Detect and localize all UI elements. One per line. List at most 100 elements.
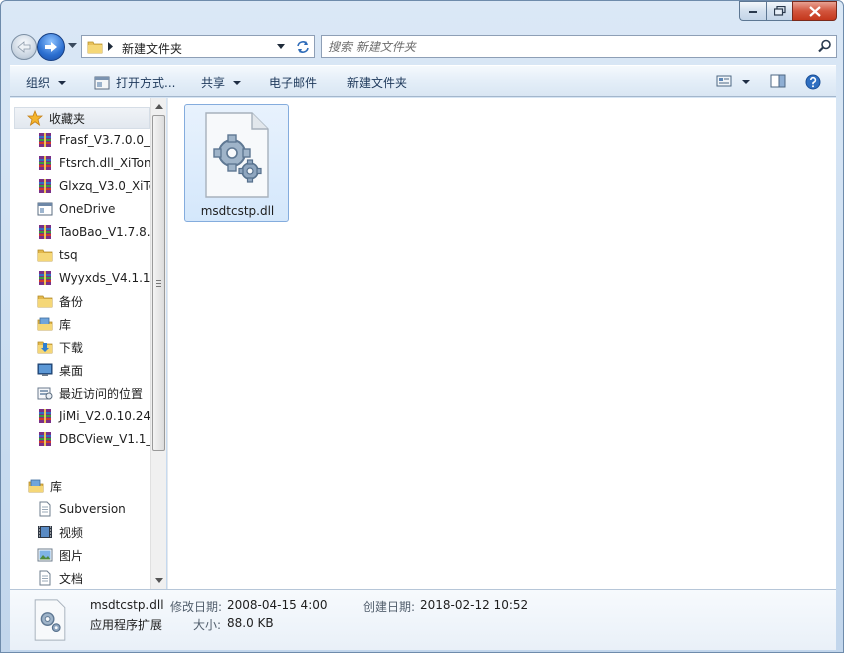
details-file-type: 应用程序扩展	[90, 618, 163, 632]
open-with-button[interactable]: 打开方式...	[94, 74, 175, 91]
address-bar[interactable]: 新建文件夹	[81, 35, 292, 58]
nav-item-label: Frasf_V3.7.0.0_X	[59, 133, 150, 147]
folder-icon	[37, 293, 53, 309]
nav-item-label: Ftsrch.dll_XiTon	[59, 156, 150, 170]
document-library-icon	[37, 570, 53, 586]
star-icon	[26, 109, 44, 126]
nav-item-label: Glxzq_V3.0_XiTo	[59, 179, 150, 193]
scrollbar-thumb[interactable]	[152, 115, 165, 451]
libraries-item[interactable]: 图片	[10, 544, 150, 566]
dll-gear-file-icon	[205, 112, 269, 198]
rar-archive-icon	[37, 224, 53, 240]
favorites-header[interactable]: 收藏夹	[14, 107, 150, 129]
file-list-pane[interactable]: msdtcstp.dll	[167, 98, 836, 589]
file-item-msdtcstp[interactable]: msdtcstp.dll	[184, 104, 289, 222]
nav-item-label: JiMi_V2.0.10.24_	[59, 409, 150, 423]
favorites-item[interactable]: 备份	[10, 290, 150, 312]
view-icon	[716, 75, 732, 87]
forward-button[interactable]	[37, 33, 65, 61]
search-input[interactable]	[328, 39, 808, 55]
favorites-item[interactable]: 最近访问的位置	[10, 382, 150, 404]
back-arrow-icon	[17, 41, 31, 53]
help-icon	[805, 74, 821, 90]
details-size-value: 88.0 KB	[227, 616, 274, 630]
new-folder-label: 新建文件夹	[347, 76, 408, 90]
address-history-dropdown-icon[interactable]	[277, 44, 285, 49]
favorites-item[interactable]: TaoBao_V1.7.8.	[10, 221, 150, 243]
rar-archive-icon	[37, 431, 53, 447]
desktop-icon	[37, 362, 53, 378]
breadcrumb-current-folder[interactable]: 新建文件夹	[122, 40, 182, 57]
favorites-item[interactable]: tsq	[10, 244, 150, 266]
navigation-scrollbar[interactable]	[150, 98, 166, 589]
favorites-item[interactable]: 桌面	[10, 359, 150, 381]
preview-pane-icon	[770, 74, 786, 88]
favorites-item[interactable]: DBCView_V1.1_	[10, 428, 150, 450]
nav-item-label: Wyyxds_V4.1.1.	[59, 271, 150, 285]
details-file-name: msdtcstp.dll	[90, 598, 164, 612]
open-with-label: 打开方式...	[116, 76, 176, 90]
rar-archive-icon	[37, 155, 53, 171]
file-name: msdtcstp.dll	[200, 204, 275, 218]
organize-label: 组织	[26, 76, 51, 90]
nav-item-label: 图片	[59, 548, 84, 563]
help-button[interactable]	[805, 74, 821, 90]
forward-arrow-icon	[45, 42, 57, 52]
maximize-button[interactable]	[766, 1, 792, 21]
details-pane: msdtcstp.dll 应用程序扩展 修改日期: 2008-04-15 4:0…	[10, 589, 836, 650]
change-view-button[interactable]	[716, 74, 732, 88]
scroll-up-arrow-icon[interactable]	[155, 104, 163, 109]
search-icon[interactable]	[818, 39, 832, 53]
video-icon	[37, 524, 53, 540]
recent-pages-dropdown-icon[interactable]	[68, 43, 77, 49]
libraries-header[interactable]: 库	[10, 475, 150, 497]
details-modified-value: 2008-04-15 4:00	[227, 598, 328, 612]
libraries-item[interactable]: 视频	[10, 521, 150, 543]
minimize-button[interactable]	[739, 1, 766, 21]
rar-archive-icon	[37, 178, 53, 194]
details-size-label: 大小:	[193, 618, 222, 632]
nav-item-label: 收藏夹	[49, 111, 86, 126]
back-button[interactable]	[11, 34, 37, 60]
open-with-icon	[94, 76, 110, 89]
library-icon	[28, 478, 44, 494]
preview-pane-button[interactable]	[770, 74, 786, 88]
breadcrumb-arrow-icon[interactable]	[108, 42, 114, 51]
nav-item-label: 库	[50, 479, 63, 494]
nav-item-label: tsq	[59, 248, 78, 262]
rar-archive-icon	[37, 132, 53, 148]
email-button[interactable]: 电子邮件	[269, 74, 317, 91]
explorer-window: 新建文件夹 组织 打开方式... 共享 电子邮件 新建文件夹	[0, 0, 844, 653]
scroll-down-arrow-icon[interactable]	[155, 578, 163, 583]
nav-item-label: 备份	[59, 294, 84, 309]
library-icon	[37, 316, 53, 332]
rar-archive-icon	[37, 270, 53, 286]
chevron-down-icon	[742, 80, 750, 84]
chevron-down-icon	[233, 80, 242, 85]
picture-icon	[37, 547, 53, 563]
favorites-item[interactable]: Glxzq_V3.0_XiTo	[10, 175, 150, 197]
favorites-item[interactable]: Frasf_V3.7.0.0_X	[10, 129, 150, 151]
close-button[interactable]	[792, 1, 837, 21]
nav-item-label: OneDrive	[59, 202, 116, 216]
navigation-tree: 收藏夹 Frasf_V3.7.0.0_X Ftsrch.dll_XiTon Glxzq…	[10, 98, 150, 589]
favorites-item[interactable]: OneDrive	[10, 198, 150, 220]
share-menu[interactable]: 共享	[201, 74, 242, 91]
libraries-item[interactable]: 文档	[10, 567, 150, 589]
nav-item-label: DBCView_V1.1_	[59, 432, 150, 446]
organize-menu[interactable]: 组织	[26, 74, 67, 91]
favorites-item[interactable]: 库	[10, 313, 150, 335]
libraries-item[interactable]: Subversion	[10, 498, 150, 520]
view-options-dropdown[interactable]	[740, 80, 750, 84]
refresh-button[interactable]	[291, 35, 315, 58]
new-folder-button[interactable]: 新建文件夹	[347, 74, 407, 91]
favorites-item[interactable]: Ftsrch.dll_XiTon	[10, 152, 150, 174]
minimize-icon	[749, 11, 757, 13]
favorites-item[interactable]: Wyyxds_V4.1.1.	[10, 267, 150, 289]
search-box[interactable]	[321, 35, 837, 58]
chevron-down-icon	[58, 80, 67, 85]
navigation-bar: 新建文件夹	[9, 32, 837, 62]
favorites-item[interactable]: JiMi_V2.0.10.24_	[10, 405, 150, 427]
window-icon	[37, 201, 53, 217]
favorites-item[interactable]: 下载	[10, 336, 150, 358]
